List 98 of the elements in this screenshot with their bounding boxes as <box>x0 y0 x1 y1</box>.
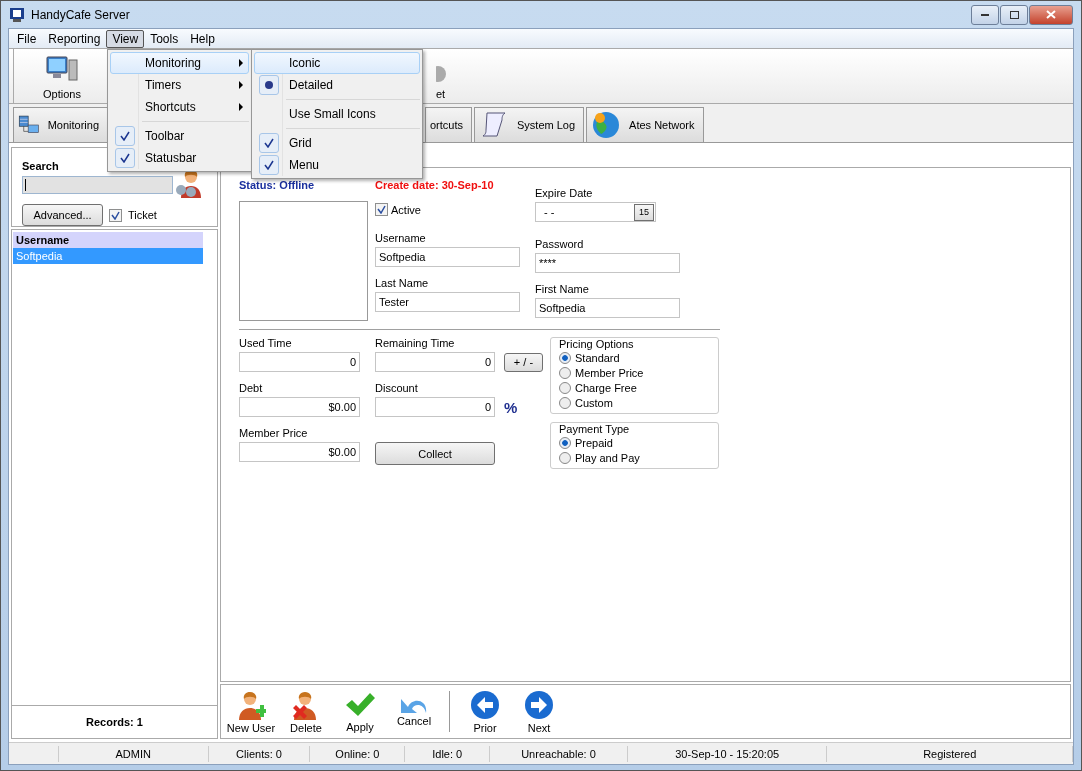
menu-item[interactable]: Monitoring <box>110 52 249 74</box>
toolbar-button[interactable]: Apply <box>333 685 387 738</box>
radio-button[interactable] <box>559 396 571 409</box>
maximize-icon <box>1009 10 1019 19</box>
toolbar-button[interactable]: Prior <box>458 685 512 738</box>
adjust-button[interactable]: + / - <box>504 352 543 372</box>
tab[interactable]: Monitoring <box>13 107 108 142</box>
minimize-button[interactable] <box>971 4 999 25</box>
menu-bar-item[interactable]: Help <box>184 29 221 48</box>
radio-label: Custom <box>575 396 613 409</box>
status-cell: Idle: 0 <box>405 745 491 762</box>
menu-item[interactable]: Shortcuts <box>110 96 249 118</box>
number-field[interactable]: 0 <box>239 352 360 372</box>
toolbar-button[interactable]: et <box>436 49 450 103</box>
records-count: Records: 1 <box>11 706 218 739</box>
menu-bar-item[interactable]: Reporting <box>42 29 107 48</box>
menu-bar-item[interactable]: File <box>11 29 43 48</box>
status-text: Status: Offline <box>239 179 316 191</box>
menu-bar-item[interactable]: Tools <box>144 29 185 48</box>
field-label: Member Price <box>239 427 309 439</box>
toolbar-button[interactable]: Delete <box>279 685 333 738</box>
text-field[interactable]: Softpedia <box>375 247 520 267</box>
globe-icon <box>591 110 622 140</box>
menu-item[interactable]: Grid <box>254 132 420 154</box>
group-title: Pricing Options <box>559 338 634 350</box>
advanced-button[interactable]: Advanced... <box>22 204 103 226</box>
radio-label: Charge Free <box>575 381 637 394</box>
search-field[interactable] <box>22 176 173 194</box>
app-icon <box>9 6 25 23</box>
computer-icon <box>45 54 79 84</box>
field-label: Expire Date <box>535 187 594 199</box>
password-field[interactable]: **** <box>535 253 680 273</box>
submenu-arrow-icon <box>239 103 243 111</box>
radio-button[interactable] <box>559 436 571 449</box>
menu-item[interactable]: Use Small Icons <box>254 103 420 125</box>
status-cell: ADMIN <box>58 745 209 762</box>
status-cell: Unreachable: 0 <box>490 745 628 762</box>
field-label: Password <box>535 238 585 250</box>
column-header: Username <box>13 232 203 248</box>
radio-button[interactable] <box>559 351 571 364</box>
number-field[interactable]: 0 <box>375 397 495 417</box>
status-cell: 30-Sep-10 - 15:20:05 <box>627 745 828 762</box>
radio-button[interactable] <box>559 381 571 394</box>
toolbar-icon <box>436 64 448 84</box>
number-field[interactable]: $0.00 <box>239 397 360 417</box>
field-label: Discount <box>375 382 419 394</box>
radio-label: Prepaid <box>575 436 613 449</box>
radio-label: Member Price <box>575 366 644 379</box>
toolbar-button[interactable]: New User <box>223 685 279 738</box>
menu-item[interactable]: Statusbar <box>110 147 249 169</box>
checkbox-label: Ticket <box>128 209 157 221</box>
menu-item[interactable]: Menu <box>254 154 420 176</box>
radio-button[interactable] <box>559 366 571 379</box>
text-field[interactable]: Softpedia <box>535 298 680 318</box>
field-label: Debt <box>239 382 264 394</box>
tab[interactable]: System Log <box>474 107 585 142</box>
status-cell: Online: 0 <box>310 745 406 762</box>
radio-button[interactable] <box>559 451 571 464</box>
radio-label: Standard <box>575 351 620 364</box>
minimize-icon <box>981 13 989 16</box>
menu-item[interactable]: Detailed <box>254 74 420 96</box>
field-label: Username <box>375 232 427 244</box>
window-title: HandyCafe Server <box>31 7 131 22</box>
menu-item[interactable]: Timers <box>110 74 249 96</box>
checkbox[interactable] <box>375 203 388 216</box>
menu-item[interactable]: Toolbar <box>110 125 249 147</box>
tab[interactable]: ortcuts <box>425 107 472 142</box>
field-label: First Name <box>535 283 590 295</box>
field-label: Remaining Time <box>375 337 456 349</box>
checkbox-label: Active <box>391 203 421 216</box>
collect-button[interactable]: Collect <box>375 442 495 465</box>
checkmark-icon <box>344 690 376 719</box>
text-field[interactable]: Tester <box>375 292 520 312</box>
checkbox[interactable] <box>109 208 122 222</box>
toolbar-button[interactable]: Cancel <box>387 685 441 738</box>
toolbar-button[interactable]: Next <box>512 685 566 738</box>
submenu-arrow-icon <box>239 81 243 89</box>
search-label: Search <box>22 160 59 172</box>
status-cell: Clients: 0 <box>208 745 311 762</box>
menu-bar-item[interactable]: View <box>106 29 145 48</box>
status-cell: Registered <box>827 745 1073 762</box>
submenu-arrow-icon <box>239 59 243 67</box>
radio-label: Play and Pay <box>575 451 640 464</box>
close-button[interactable] <box>1029 4 1073 25</box>
calendar-button[interactable]: 15 <box>634 203 654 221</box>
group-title: Payment Type <box>559 423 630 435</box>
field-label: Last Name <box>375 277 430 289</box>
date-field[interactable]: - - 15 <box>535 202 656 222</box>
percent-sign: % <box>504 398 518 416</box>
field-label: Used Time <box>239 337 293 349</box>
create-date-text: Create date: 30-Sep-10 <box>375 179 495 191</box>
number-field[interactable]: $0.00 <box>239 442 360 462</box>
close-icon <box>1046 10 1056 19</box>
maximize-button[interactable] <box>1000 4 1028 25</box>
number-field[interactable]: 0 <box>375 352 495 372</box>
add-user-icon <box>236 689 266 720</box>
tab[interactable]: Ates Network <box>586 107 704 142</box>
menu-item[interactable]: Iconic <box>254 52 420 74</box>
